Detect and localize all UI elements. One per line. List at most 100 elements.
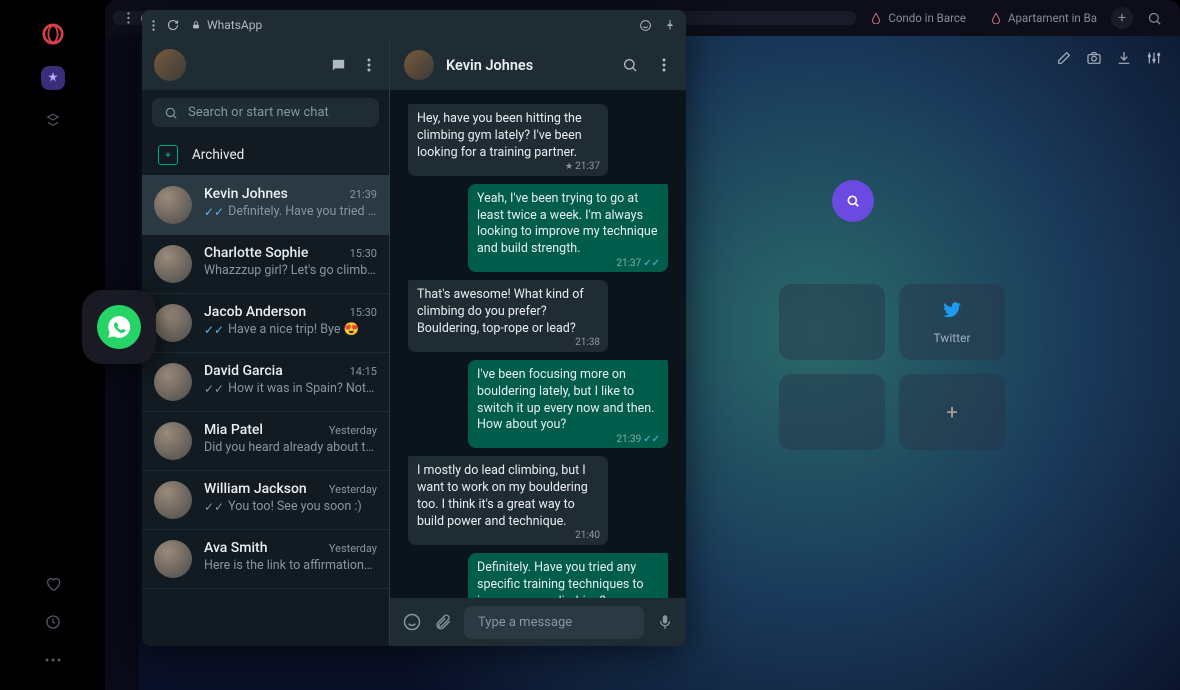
chat-item-avatar <box>154 304 192 342</box>
mic-icon[interactable] <box>656 613 674 631</box>
chat-avatar[interactable] <box>404 50 434 80</box>
chat-item-avatar <box>154 422 192 460</box>
message-bubble[interactable]: Yeah, I've been trying to go at least tw… <box>468 184 668 273</box>
message-text: That's awesome! What kind of climbing do… <box>417 287 584 336</box>
chat-input-bar: Type a message <box>390 598 686 646</box>
chat-item-preview: Here is the link to affirmations: ... <box>204 558 377 573</box>
archived-row[interactable]: Archived <box>142 135 389 176</box>
speed-tile-add[interactable]: + <box>899 374 1005 450</box>
chat-item-avatar <box>154 363 192 401</box>
message-bubble[interactable]: I've been focusing more on bouldering la… <box>468 360 668 449</box>
tab-apartment[interactable]: Apartament in Ba <box>980 5 1107 31</box>
chat-list-item[interactable]: David Garcia14:15✓✓How it was in Spain? … <box>142 353 389 412</box>
ticks-icon: ✓✓ <box>204 382 224 396</box>
wa-reload-icon[interactable] <box>167 19 179 31</box>
chat-header: Kevin Johnes <box>390 40 686 90</box>
tab-menu-icon[interactable] <box>127 12 130 24</box>
message-time: 21:39 ✓✓ <box>616 433 660 447</box>
more-sidebar-icon[interactable] <box>41 648 65 672</box>
wa-title: WhatsApp <box>207 18 262 32</box>
chat-item-name: William Jackson <box>204 481 307 497</box>
message-text: Hey, have you been hitting the climbing … <box>417 111 582 160</box>
chat-item-preview: Whazzzup girl? Let's go climbing... <box>204 263 377 278</box>
speed-dial-grid: Twitter + <box>779 284 1005 450</box>
attach-icon[interactable] <box>434 613 452 631</box>
chat-list-item[interactable]: Kevin Johnes21:39✓✓Definitely. Have you … <box>142 176 389 235</box>
wa-smile-icon[interactable] <box>639 19 652 32</box>
whatsapp-sidebar-badge[interactable] <box>82 290 156 364</box>
message-bubble[interactable]: That's awesome! What kind of climbing do… <box>408 280 608 352</box>
chat-item-time: 14:15 <box>350 365 377 378</box>
chat-item-time: 15:30 <box>350 306 377 319</box>
chat-search-icon[interactable] <box>616 51 644 79</box>
camera-icon[interactable] <box>1086 50 1102 66</box>
archive-icon <box>158 145 178 165</box>
chat-item-preview: Have a nice trip! Bye 😍 <box>228 322 359 337</box>
sidebar-header <box>142 40 389 90</box>
chat-item-name: Mia Patel <box>204 422 263 438</box>
chat-item-name: Jacob Anderson <box>204 304 306 320</box>
speed-tile[interactable] <box>779 284 885 360</box>
chat-list-item[interactable]: William JacksonYesterday✓✓You too! See y… <box>142 471 389 530</box>
tab-condo[interactable]: Condo in Barce <box>860 5 976 31</box>
message-text: Definitely. Have you tried any specific … <box>477 560 644 598</box>
ticks-icon: ✓✓ <box>204 323 224 337</box>
history-sidebar-icon[interactable] <box>41 610 65 634</box>
airbnb-icon <box>990 12 1002 24</box>
whatsapp-window: WhatsApp Search or start new chat Archiv… <box>142 10 686 646</box>
message-time: 21:37 ✓✓ <box>616 257 660 271</box>
edit-icon[interactable] <box>1056 50 1072 66</box>
opera-logo-icon[interactable] <box>39 20 67 48</box>
chat-item-avatar <box>154 245 192 283</box>
wa-pin-icon[interactable] <box>664 19 676 31</box>
message-bubble[interactable]: Definitely. Have you tried any specific … <box>468 553 668 598</box>
emoji-icon[interactable] <box>402 612 422 632</box>
chat-item-preview: Definitely. Have you tried any... <box>228 204 377 219</box>
chat-list-item[interactable]: Charlotte Sophie15:30Whazzzup girl? Let'… <box>142 235 389 294</box>
search-input[interactable]: Search or start new chat <box>152 98 379 127</box>
chat-menu-icon[interactable] <box>656 52 672 78</box>
chat-item-time: Yesterday <box>329 542 377 555</box>
settings-icon[interactable] <box>1146 50 1162 66</box>
tab-search-icon[interactable] <box>1137 11 1172 26</box>
message-time: 21:40 <box>575 529 600 543</box>
message-text: Yeah, I've been trying to go at least tw… <box>477 191 657 257</box>
sidebar-menu-icon[interactable] <box>361 52 377 78</box>
chat-list-item[interactable]: Ava Smith Yesterday Here is the link to af… <box>142 530 389 589</box>
whatsapp-titlebar: WhatsApp <box>142 10 686 40</box>
wa-lock-icon <box>191 20 201 30</box>
pin-sidebar-icon[interactable] <box>41 108 65 132</box>
speed-tile[interactable] <box>779 374 885 450</box>
new-chat-icon[interactable] <box>324 51 353 80</box>
ai-sidebar-button[interactable] <box>41 66 65 90</box>
chat-item-avatar <box>154 186 192 224</box>
page-search-button[interactable] <box>832 180 874 222</box>
download-icon[interactable] <box>1116 50 1132 66</box>
whatsapp-icon <box>97 305 141 349</box>
chat-item-name: Ava Smith <box>204 540 268 556</box>
chat-item-preview: You too! See you soon :) <box>228 499 362 514</box>
chat-contact-name: Kevin Johnes <box>446 57 604 74</box>
new-tab-button[interactable]: + <box>1111 7 1133 29</box>
speed-tile-twitter[interactable]: Twitter <box>899 284 1005 360</box>
chat-list-item[interactable]: Mia PatelYesterdayDid you heard already … <box>142 412 389 471</box>
chat-item-time: 21:39 <box>350 188 377 201</box>
chat-item-preview: Did you heard already about this?... <box>204 440 377 455</box>
ticks-icon: ✓✓ <box>204 500 224 514</box>
tile-label: Twitter <box>933 331 970 345</box>
chat-list-item[interactable]: Jacob Anderson 15:30 ✓✓ Have a nice trip! B… <box>142 294 389 353</box>
chat-item-avatar <box>154 540 192 578</box>
tab-label: Apartament in Ba <box>1008 11 1097 25</box>
message-bubble[interactable]: Hey, have you been hitting the climbing … <box>408 104 608 176</box>
message-bubble[interactable]: I mostly do lead climbing, but I want to… <box>408 456 608 545</box>
message-text: I've been focusing more on bouldering la… <box>477 367 654 433</box>
message-list[interactable]: Hey, have you been hitting the climbing … <box>390 90 686 598</box>
input-placeholder: Type a message <box>478 615 572 630</box>
my-avatar[interactable] <box>154 49 186 81</box>
heart-sidebar-icon[interactable] <box>41 572 65 596</box>
chat-item-preview: How it was in Spain? Not too... <box>228 381 377 396</box>
message-time: 21:38 <box>575 336 600 350</box>
chat-item-name: Charlotte Sophie <box>204 245 308 261</box>
message-input[interactable]: Type a message <box>464 606 644 639</box>
wa-menu-icon[interactable] <box>152 20 155 31</box>
